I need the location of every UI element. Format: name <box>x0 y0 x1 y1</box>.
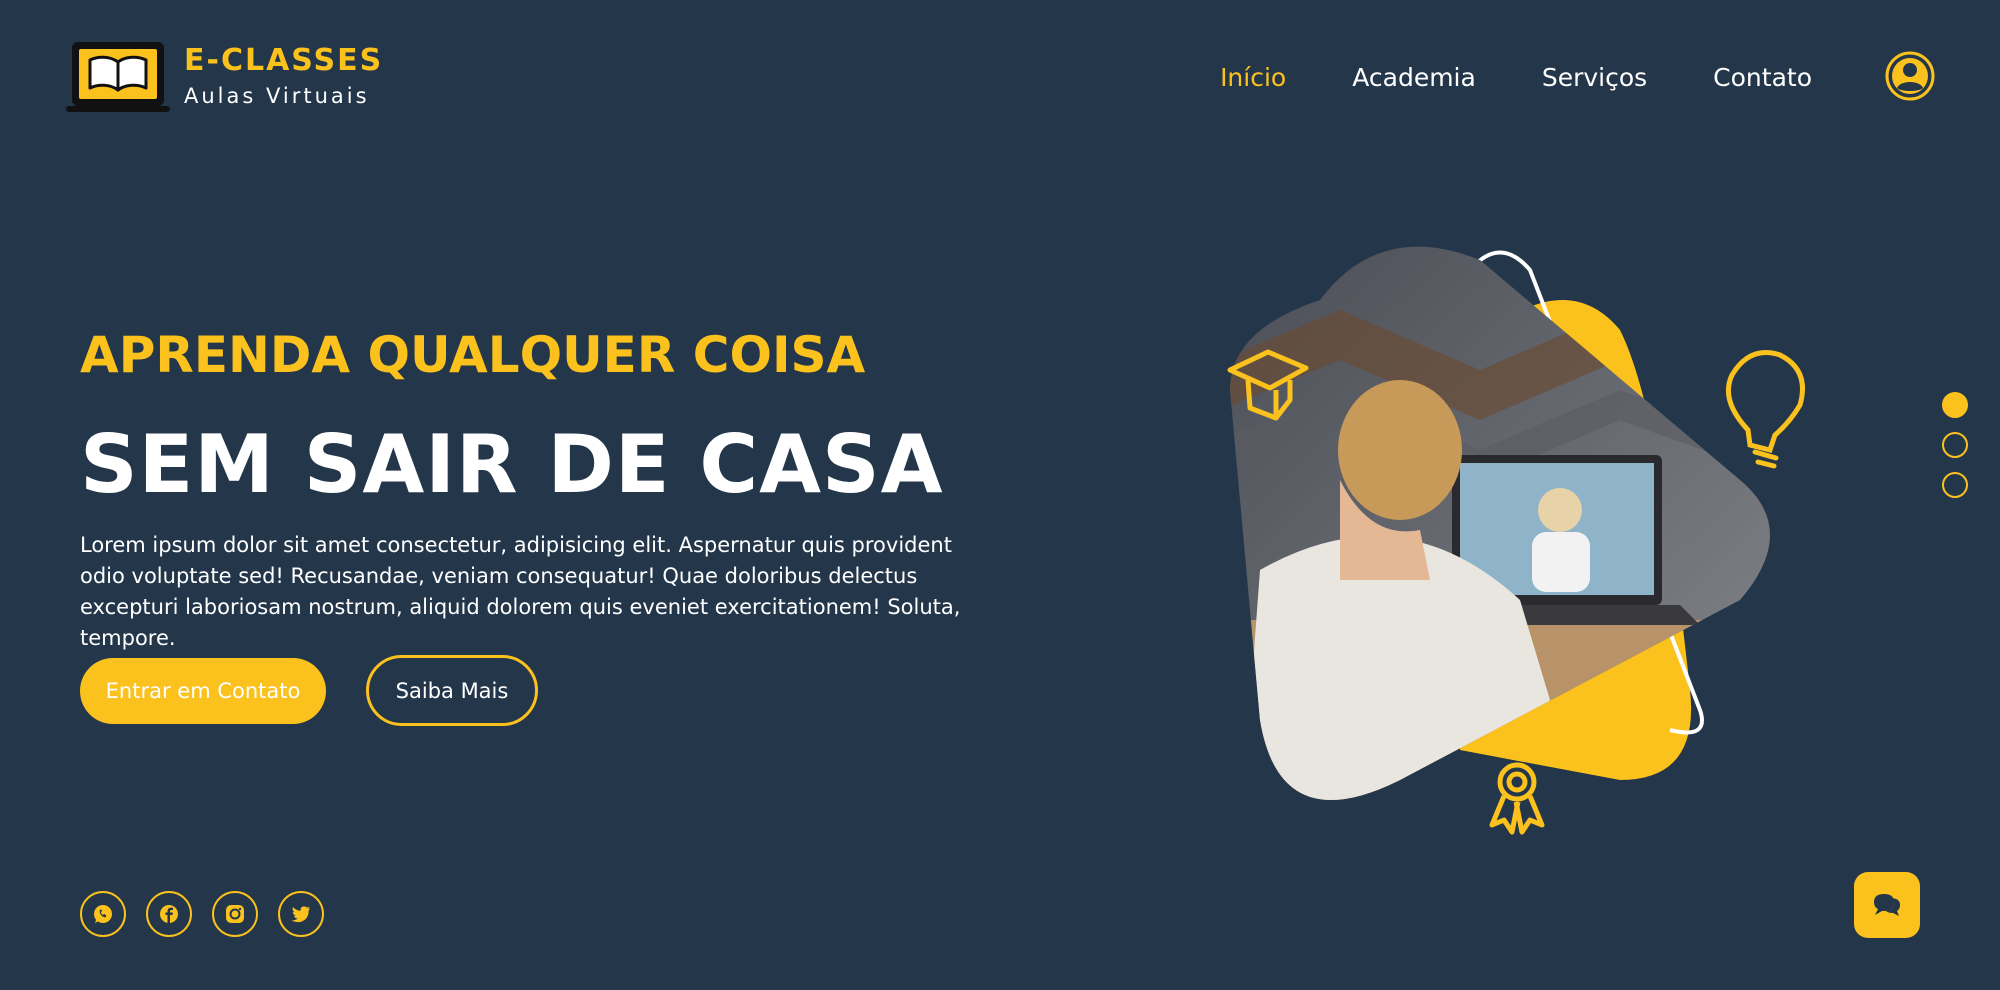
lightbulb-icon <box>1725 350 1805 469</box>
chat-button[interactable] <box>1854 872 1920 938</box>
learn-more-button[interactable]: Saiba Mais <box>366 655 538 726</box>
contact-button[interactable]: Entrar em Contato <box>80 658 326 724</box>
twitter-icon[interactable] <box>278 891 324 937</box>
nav-item-servicos[interactable]: Serviços <box>1542 58 1647 98</box>
whatsapp-icon[interactable] <box>80 891 126 937</box>
instagram-icon[interactable] <box>212 891 258 937</box>
hero-description: Lorem ipsum dolor sit amet consectetur, … <box>80 533 961 650</box>
brand-title: E-CLASSES <box>184 43 384 78</box>
laptop-book-icon <box>66 40 170 114</box>
main-nav: Início Academia Serviços Contato <box>1220 58 1812 98</box>
chat-bubble-icon <box>1874 894 1900 916</box>
brand-logo[interactable]: E-CLASSES Aulas Virtuais <box>66 40 383 114</box>
hero-eyebrow: APRENDA QUALQUER COISA <box>80 326 866 384</box>
slider-dot-1[interactable] <box>1942 392 1968 418</box>
slider-dot-3[interactable] <box>1942 472 1968 498</box>
hero-headline: SEM SAIR DE CASA <box>80 418 944 511</box>
nav-item-academia[interactable]: Academia <box>1352 58 1476 98</box>
facebook-icon[interactable] <box>146 891 192 937</box>
user-account-icon[interactable] <box>1884 50 1936 102</box>
hero-illustration <box>1220 240 1840 840</box>
nav-item-inicio[interactable]: Início <box>1220 58 1286 98</box>
slider-pagination <box>1942 392 1968 498</box>
brand-subtitle: Aulas Virtuais <box>184 84 370 108</box>
social-links <box>80 891 324 937</box>
slider-dot-2[interactable] <box>1942 432 1968 458</box>
award-ribbon-icon <box>1489 762 1545 835</box>
nav-item-contato[interactable]: Contato <box>1713 58 1812 98</box>
